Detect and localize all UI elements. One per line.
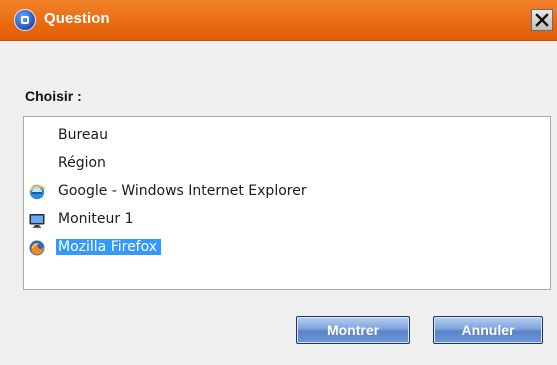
list-item-label: Mozilla Firefox	[56, 239, 162, 255]
close-button[interactable]	[531, 9, 553, 31]
list-item-monitor-1[interactable]: Moniteur 1	[24, 209, 550, 231]
list-item-firefox[interactable]: Mozilla Firefox	[24, 237, 550, 259]
app-icon	[14, 9, 36, 31]
cancel-button[interactable]: Annuler	[433, 316, 543, 344]
close-icon	[535, 13, 549, 27]
list-item-internet-explorer[interactable]: Google - Windows Internet Explorer	[24, 181, 550, 203]
list-item-label: Google - Windows Internet Explorer	[58, 183, 307, 199]
firefox-icon	[28, 239, 46, 257]
list-item-label: Région	[58, 155, 106, 171]
question-dialog: Question Choisir : Bureau Région Google …	[0, 0, 557, 365]
list-item-label: Moniteur 1	[58, 211, 134, 227]
title-bar[interactable]: Question	[0, 0, 557, 41]
monitor-icon	[28, 211, 46, 229]
show-button[interactable]: Montrer	[296, 316, 410, 344]
dialog-title: Question	[44, 10, 110, 27]
list-item-label: Bureau	[58, 127, 108, 143]
choice-listbox[interactable]: Bureau Région Google - Windows Internet …	[23, 116, 551, 290]
list-item-region[interactable]: Région	[24, 153, 550, 175]
internet-explorer-icon	[28, 183, 46, 201]
choose-label: Choisir :	[25, 88, 82, 104]
list-item-bureau[interactable]: Bureau	[24, 125, 550, 147]
